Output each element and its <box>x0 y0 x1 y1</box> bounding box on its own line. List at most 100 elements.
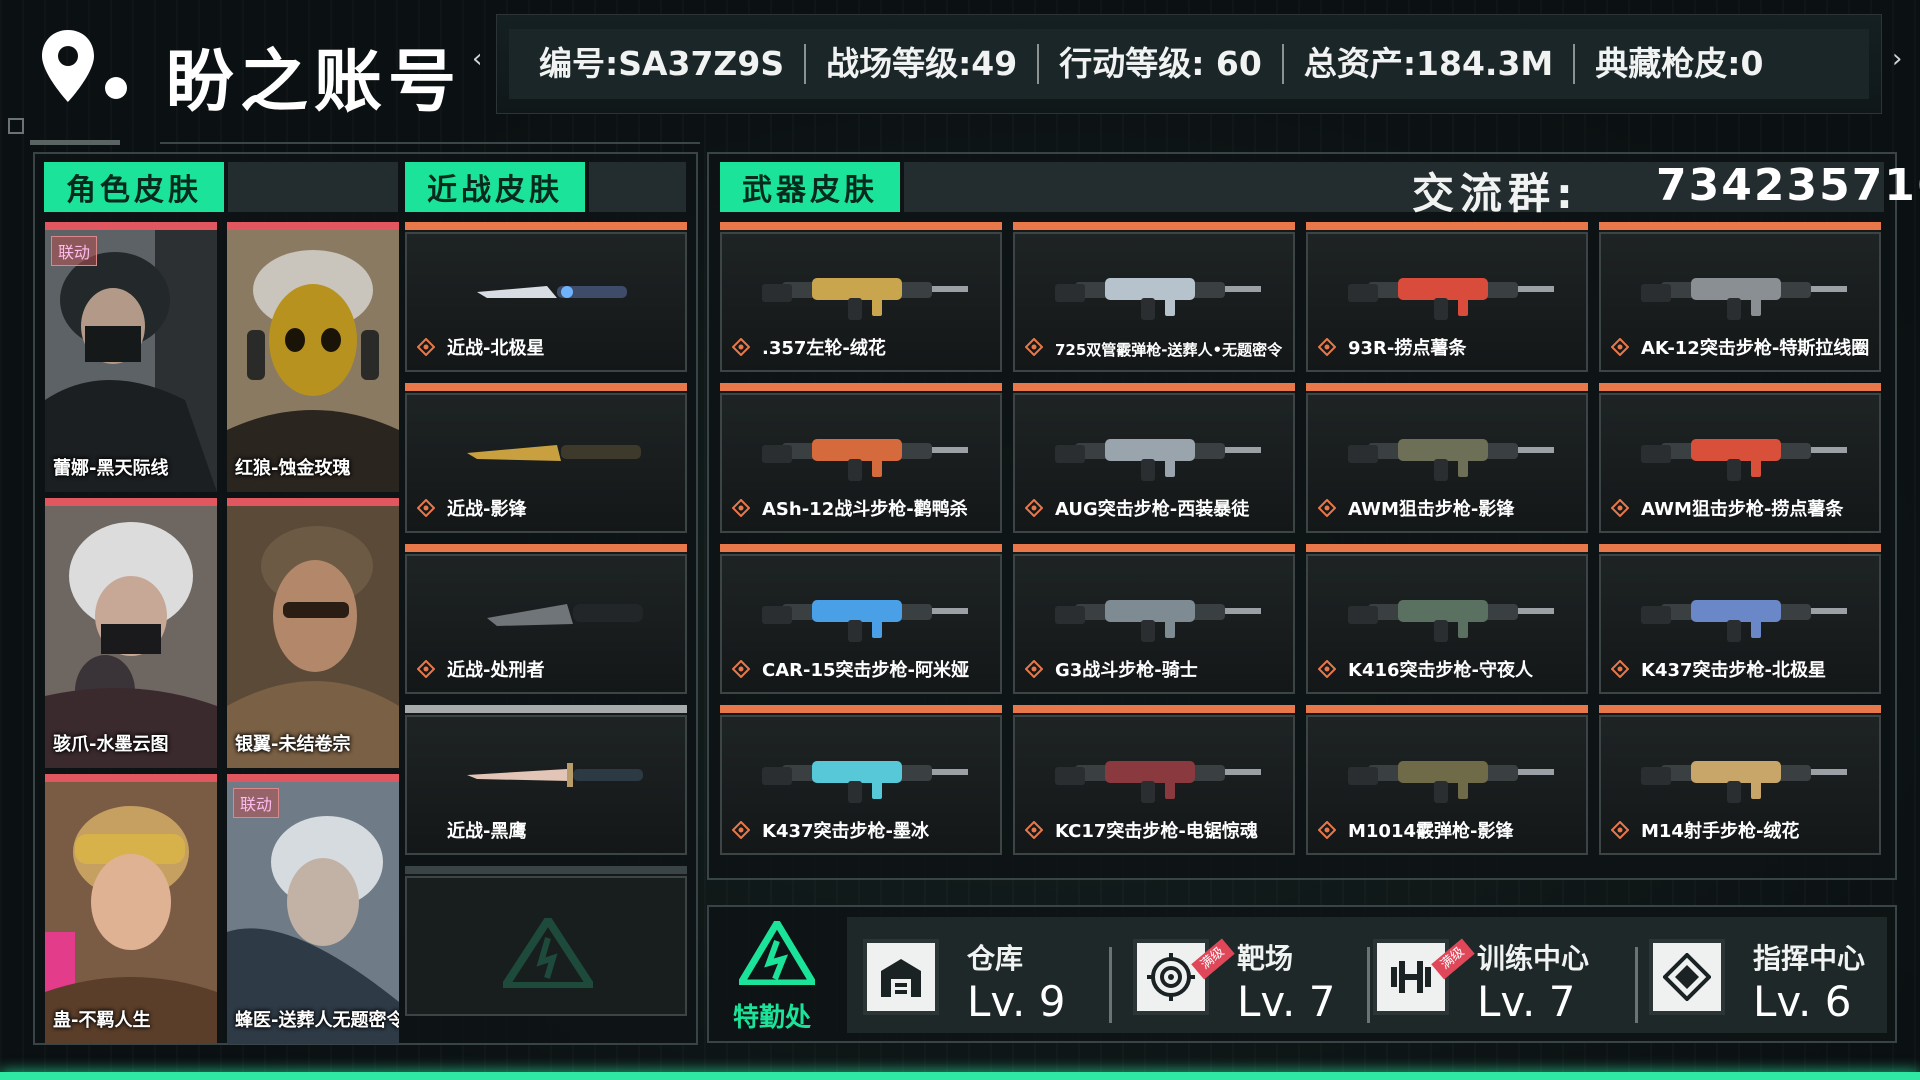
corner-marker <box>8 118 24 134</box>
role-skin-card[interactable]: 蛊-不羁人生 <box>45 774 217 1044</box>
group-chat-number: 734235716 <box>1656 160 1920 211</box>
gun-shape <box>932 608 968 614</box>
weapon-skin-card[interactable]: KC17突击步枪-电锯惊魂 <box>1013 705 1295 855</box>
role-skin-card[interactable]: 联动 蕾娜-黑天际线 <box>45 222 217 492</box>
gun-shape <box>932 769 968 775</box>
weapon-skin-card[interactable]: 93R-捞点薯条 <box>1306 222 1588 372</box>
melee-skin-card[interactable]: 近战-影锋 <box>405 383 687 533</box>
weapon-skin-card[interactable]: CAR-15突击步枪-阿米娅 <box>720 544 1002 694</box>
facility-command-center[interactable]: 指挥中心 Lv. 6 <box>1633 917 1887 1033</box>
melee-skin-name: 近战-北极星 <box>447 338 545 359</box>
melee-skin-card[interactable]: 近战-黑鹰 <box>405 705 687 855</box>
weapon-skin-card[interactable]: ASh-12战斗步枪-鹳鸭杀 <box>720 383 1002 533</box>
gun-shape <box>1811 608 1847 614</box>
card-top-bar <box>227 222 399 230</box>
tab-melee-skins[interactable]: 近战皮肤 <box>405 162 585 212</box>
card-top-bar <box>1306 705 1588 713</box>
tab-filler <box>589 162 686 212</box>
weapon-skin-card[interactable]: AUG突击步枪-西装暴徒 <box>1013 383 1295 533</box>
weapon-skin-card[interactable]: 725双管霰弹枪-送葬人•无题密令 <box>1013 222 1295 372</box>
rarity-diamond-icon <box>1611 660 1629 678</box>
gun-shape <box>1458 298 1468 316</box>
card-top-bar <box>1599 222 1881 230</box>
gun-shape <box>1691 439 1781 461</box>
role-skin-card[interactable]: 银翼-未结卷宗 <box>227 498 399 768</box>
card-body: 近战-处刑者 <box>405 554 687 694</box>
card-top-bar <box>405 866 687 874</box>
gun-shape <box>1141 459 1155 481</box>
melee-skin-card[interactable]: 近战-处刑者 <box>405 544 687 694</box>
gun-shape <box>1165 620 1175 638</box>
gun-shape <box>1165 781 1175 799</box>
facility-name: 靶场 <box>1237 942 1294 975</box>
card-body: 725双管霰弹枪-送葬人•无题密令 <box>1013 232 1295 372</box>
card-body: AWM狙击步枪-捞点薯条 <box>1599 393 1881 533</box>
tab-role-skins[interactable]: 角色皮肤 <box>44 162 224 212</box>
weapon-skin-card[interactable]: G3战斗步枪-骑士 <box>1013 544 1295 694</box>
card-top-bar <box>1013 383 1295 391</box>
weapon-skin-card[interactable]: M1014霰弹枪-影锋 <box>1306 705 1588 855</box>
facility-name: 仓库 <box>967 942 1024 975</box>
header-next-arrow-icon[interactable]: › <box>1892 44 1902 74</box>
facility-shooting-range[interactable]: 满级 靶场 Lv. 7 <box>1117 917 1367 1033</box>
stat-total-assets: 总资产:184.3M <box>1284 44 1576 84</box>
collab-badge: 联动 <box>233 788 280 818</box>
knife-icon <box>487 604 643 626</box>
role-skin-card[interactable]: 联动 蜂医-送葬人无题密令 <box>227 774 399 1044</box>
weapon-skin-card[interactable]: .357左轮-绒花 <box>720 222 1002 372</box>
facility-name: 指挥中心 <box>1753 942 1866 975</box>
card-top-bar <box>45 774 217 782</box>
facility-level: Lv. 7 <box>1477 977 1576 1026</box>
gun-shape <box>1398 278 1488 300</box>
rarity-diamond-icon <box>1025 338 1043 356</box>
gun-shape <box>762 767 792 785</box>
tab-filler <box>228 162 398 212</box>
gun-shape <box>1751 459 1761 477</box>
gun-shape <box>1641 606 1671 624</box>
gun-icon <box>1055 278 1261 320</box>
facility-level: Lv. 9 <box>967 977 1066 1026</box>
gun-shape <box>1141 298 1155 320</box>
weapon-skin-card[interactable]: AWM狙击步枪-捞点薯条 <box>1599 383 1881 533</box>
weapon-skin-card[interactable]: K437突击步枪-墨冰 <box>720 705 1002 855</box>
facility-training-center[interactable]: 满级 训练中心 Lv. 7 <box>1357 917 1617 1033</box>
card-body: K437突击步枪-墨冰 <box>720 715 1002 855</box>
gun-shape <box>1434 620 1448 642</box>
weapon-skin-name: 725双管霰弹枪-送葬人•无题密令 <box>1055 341 1283 359</box>
weapon-skin-card[interactable]: K416突击步枪-守夜人 <box>1306 544 1588 694</box>
card-body: K416突击步枪-守夜人 <box>1306 554 1588 694</box>
card-top-bar <box>1599 383 1881 391</box>
gun-shape <box>762 445 792 463</box>
weapon-skin-card[interactable]: AK-12突击步枪-特斯拉线圈 <box>1599 222 1881 372</box>
gun-shape <box>812 761 902 783</box>
card-top-bar <box>405 222 687 230</box>
weapon-skin-card[interactable]: AWM狙击步枪-影锋 <box>1306 383 1588 533</box>
role-skin-card[interactable]: 骇爪-水墨云图 <box>45 498 217 768</box>
character-portrait-icon <box>227 506 399 768</box>
card-top-bar <box>45 498 217 506</box>
gun-icon <box>762 439 968 481</box>
weapon-skin-card[interactable]: K437突击步枪-北极星 <box>1599 544 1881 694</box>
gun-icon <box>1348 761 1554 803</box>
card-top-bar <box>45 222 217 230</box>
gun-shape <box>1641 767 1671 785</box>
gun-shape <box>1434 298 1448 320</box>
gun-shape <box>1518 608 1554 614</box>
rarity-diamond-icon <box>1611 821 1629 839</box>
role-skin-card[interactable]: 红狼-蚀金玫瑰 <box>227 222 399 492</box>
gun-shape <box>1055 767 1085 785</box>
card-top-bar <box>405 544 687 552</box>
weapon-skin-card[interactable]: M14射手步枪-绒花 <box>1599 705 1881 855</box>
stat-battlefield-level: 战场等级:49 <box>806 44 1040 84</box>
rarity-diamond-icon <box>732 338 750 356</box>
weapon-skin-name: .357左轮-绒花 <box>762 338 886 359</box>
stat-operation-level: 行动等级: 60 <box>1039 44 1284 84</box>
role-skin-name: 银翼-未结卷宗 <box>235 734 351 755</box>
header-prev-arrow-icon[interactable]: ‹ <box>472 44 482 74</box>
gun-shape <box>872 781 882 799</box>
melee-skin-card[interactable]: 近战-北极星 <box>405 222 687 372</box>
melee-skin-name: 近战-影锋 <box>447 499 527 520</box>
tab-weapon-skins[interactable]: 武器皮肤 <box>720 162 900 212</box>
facility-warehouse[interactable]: 仓库 Lv. 9 <box>847 917 1107 1033</box>
gun-icon <box>762 600 968 642</box>
